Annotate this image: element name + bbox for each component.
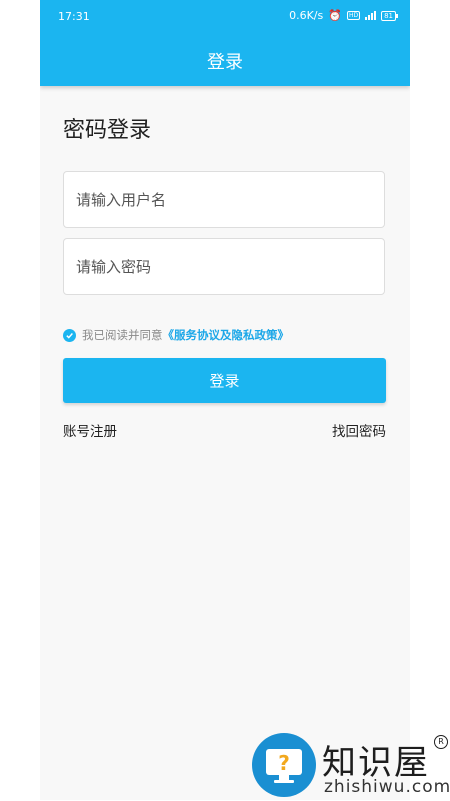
- agreement-text: 我已阅读并同意: [82, 328, 163, 342]
- page-title: 登录: [207, 52, 243, 73]
- policy-link[interactable]: 《服务协议及隐私政策》: [163, 327, 290, 343]
- network-speed: 0.6K/s: [289, 9, 324, 22]
- watermark: ? 知识屋 R zhishiwu.com: [252, 733, 450, 800]
- svg-text:?: ?: [278, 751, 290, 775]
- agreement-row: 我已阅读并同意 《服务协议及隐私政策》: [63, 327, 289, 343]
- status-bar: 17:31 0.6K/s ⏰ HD 81: [40, 0, 410, 32]
- password-input[interactable]: [64, 239, 384, 294]
- battery-icon: 81: [381, 10, 398, 21]
- hd-icon: HD: [346, 11, 361, 20]
- alarm-icon: ⏰: [328, 9, 342, 22]
- password-field[interactable]: [63, 238, 385, 295]
- agree-checkbox[interactable]: [63, 328, 76, 342]
- watermark-domain: zhishiwu.com: [324, 777, 450, 797]
- forgot-password-link[interactable]: 找回密码: [332, 420, 386, 440]
- username-input[interactable]: [64, 172, 384, 227]
- register-link[interactable]: 账号注册: [63, 420, 117, 440]
- registered-mark: R: [434, 735, 448, 749]
- status-time: 17:31: [58, 10, 90, 23]
- username-field[interactable]: [63, 171, 385, 228]
- phone-screen: 17:31 0.6K/s ⏰ HD 81 登录 密码登录 我已阅读并同意 《服务…: [40, 0, 410, 800]
- login-button[interactable]: 登录: [63, 358, 386, 403]
- watermark-logo-icon: ?: [252, 733, 316, 797]
- app-bar: 17:31 0.6K/s ⏰ HD 81 登录: [40, 0, 410, 86]
- check-icon: [66, 332, 73, 339]
- signal-icon: [365, 11, 377, 20]
- login-heading: 密码登录: [63, 118, 152, 143]
- status-right: 0.6K/s ⏰ HD 81: [289, 9, 398, 22]
